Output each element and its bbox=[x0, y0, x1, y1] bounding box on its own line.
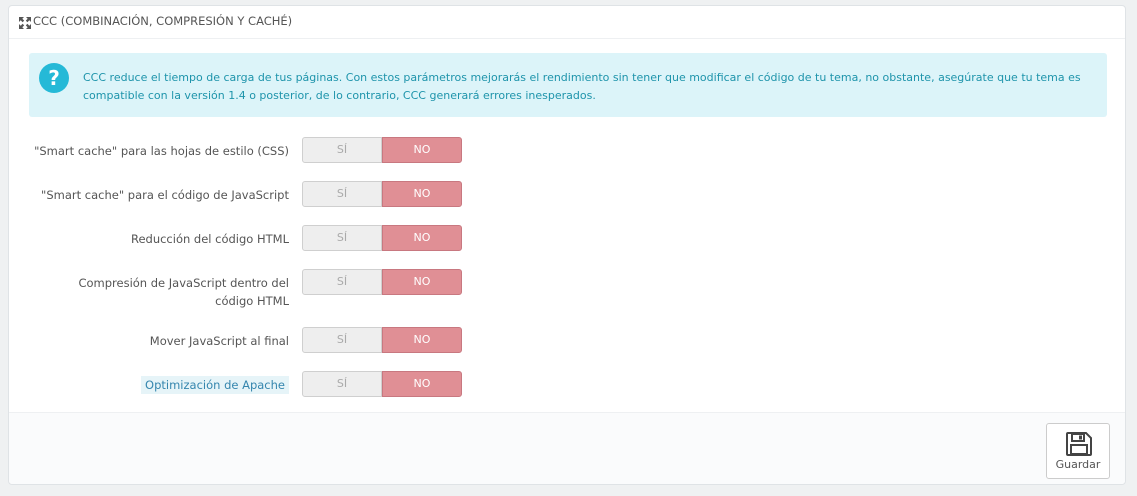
question-circle-icon: ? bbox=[39, 63, 69, 93]
option-label-js-html-compress: Compresión de JavaScript dentro del códi… bbox=[78, 274, 289, 310]
ccc-panel: CCC (COMBINACIÓN, COMPRESIÓN Y CACHÉ) ? … bbox=[8, 5, 1126, 485]
apache-yes[interactable]: SÍ bbox=[302, 371, 382, 397]
resize-arrows-icon bbox=[19, 17, 31, 29]
option-label-html-minify: Reducción del código HTML bbox=[130, 232, 289, 246]
js-cache-no[interactable]: NO bbox=[382, 181, 462, 207]
js-html-compress-switch[interactable]: SÍ NO bbox=[302, 269, 462, 295]
info-alert: ? CCC reduce el tiempo de carga de tus p… bbox=[29, 53, 1107, 117]
js-defer-switch[interactable]: SÍ NO bbox=[302, 327, 462, 353]
save-button[interactable]: Guardar bbox=[1046, 423, 1110, 479]
css-cache-yes[interactable]: SÍ bbox=[302, 137, 382, 163]
js-html-compress-yes[interactable]: SÍ bbox=[302, 269, 382, 295]
html-minify-switch[interactable]: SÍ NO bbox=[302, 225, 462, 251]
option-label-js-html-compress-line1: Compresión de JavaScript dentro del bbox=[78, 276, 289, 290]
panel-heading: CCC (COMBINACIÓN, COMPRESIÓN Y CACHÉ) bbox=[9, 6, 1125, 39]
apache-no[interactable]: NO bbox=[382, 371, 462, 397]
panel-title: CCC (COMBINACIÓN, COMPRESIÓN Y CACHÉ) bbox=[33, 14, 293, 28]
option-label-js-html-compress-line2: código HTML bbox=[215, 294, 289, 308]
js-defer-yes[interactable]: SÍ bbox=[302, 327, 382, 353]
css-cache-no[interactable]: NO bbox=[382, 137, 462, 163]
js-html-compress-no[interactable]: NO bbox=[382, 269, 462, 295]
floppy-disk-icon bbox=[1066, 432, 1092, 456]
option-label-apache: Optimización de Apache bbox=[141, 376, 289, 394]
alert-text: CCC reduce el tiempo de carga de tus pág… bbox=[83, 71, 1081, 102]
apache-switch[interactable]: SÍ NO bbox=[302, 371, 462, 397]
html-minify-yes[interactable]: SÍ bbox=[302, 225, 382, 251]
panel-footer: Guardar bbox=[9, 412, 1125, 484]
option-label-js-defer: Mover JavaScript al final bbox=[149, 334, 289, 348]
html-minify-no[interactable]: NO bbox=[382, 225, 462, 251]
save-label: Guardar bbox=[1055, 458, 1101, 471]
js-cache-yes[interactable]: SÍ bbox=[302, 181, 382, 207]
js-cache-switch[interactable]: SÍ NO bbox=[302, 181, 462, 207]
js-defer-no[interactable]: NO bbox=[382, 327, 462, 353]
css-cache-switch[interactable]: SÍ NO bbox=[302, 137, 462, 163]
option-label-js-cache: "Smart cache" para el código de JavaScri… bbox=[41, 188, 289, 202]
option-label-css-cache: "Smart cache" para las hojas de estilo (… bbox=[34, 144, 289, 158]
